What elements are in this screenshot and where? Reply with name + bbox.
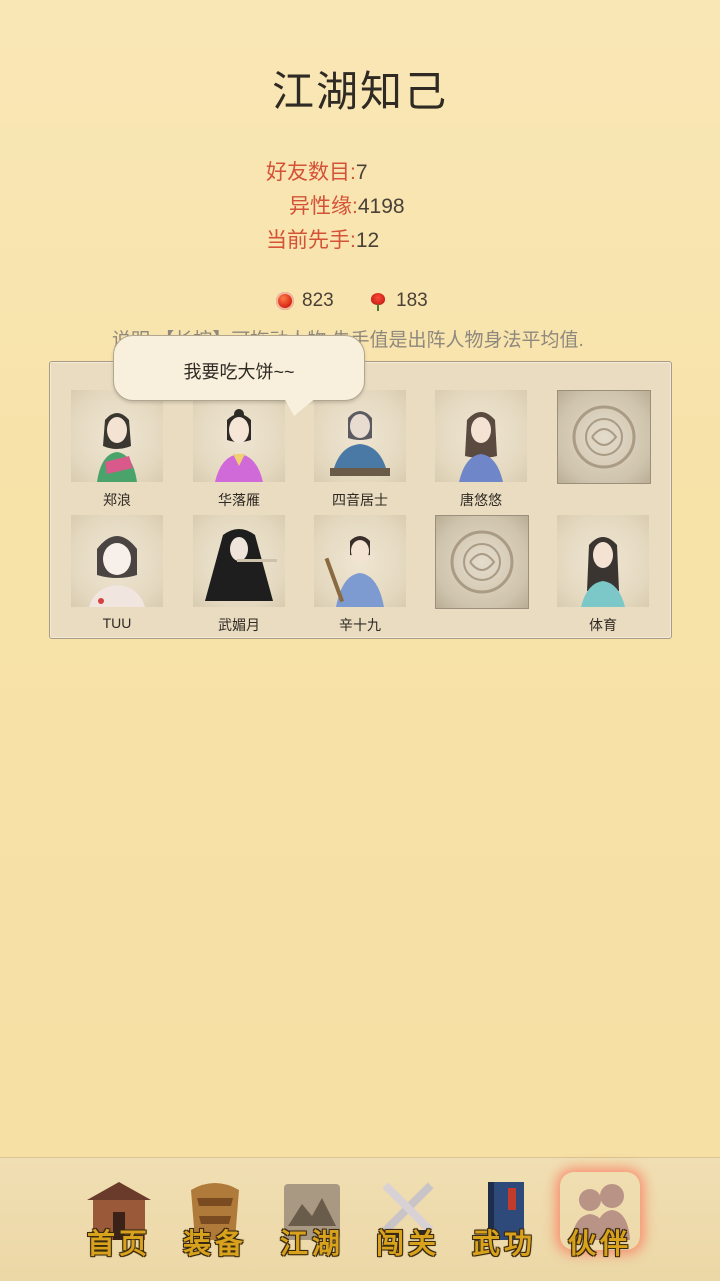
page-title: 江湖知己 [271,67,448,116]
partner-card[interactable]: TUU [69,515,165,635]
partner-name: 体育 [589,617,617,633]
partner-portrait [314,515,406,607]
partner-portrait [314,390,406,482]
speech-bubble-tail [284,398,316,416]
empty-slot[interactable] [555,390,651,510]
rose-icon [368,292,388,311]
nav-equipment[interactable]: 装备 [173,1176,257,1266]
stat-value: 4198 [357,195,405,218]
partner-card[interactable]: 唐悠悠 [433,390,529,510]
partner-grid: 郑浪 华落雁 四音居士 唐悠悠 TUU 武媚月 辛十九 体育 [49,361,672,639]
stat-value: 7 [355,161,368,184]
partner-portrait [193,515,285,607]
partner-name: 郑浪 [103,492,131,508]
speech-bubble: 我要吃大饼~~ [113,335,365,416]
partner-name: 华落雁 [218,492,260,508]
partner-card[interactable]: 武媚月 [191,515,287,635]
partner-name: TUU [102,615,132,631]
partner-portrait [557,515,649,607]
partner-portrait [435,390,527,482]
bottom-nav: 首页 装备 江湖 闯关 武功 伙伴 [0,1157,720,1281]
nav-label: 伙伴 [567,1227,632,1260]
partner-card[interactable]: 四音居士 [312,390,408,510]
stat-initiative: 当前先手:12 [266,224,379,254]
partner-card[interactable]: 辛十九 [312,515,408,635]
speech-bubble-text: 我要吃大饼~~ [183,362,295,382]
nav-label: 闯关 [375,1227,440,1260]
partner-name: 唐悠悠 [460,492,502,508]
partner-card[interactable]: 体育 [555,515,651,635]
nav-jianghu[interactable]: 江湖 [270,1176,354,1266]
nav-stages[interactable]: 闯关 [366,1176,450,1266]
currency-gem-value: 823 [302,290,334,311]
partner-portrait [71,515,163,607]
currency-bar: 823 183 [0,290,720,318]
stat-charm: 异性缘:4198 [289,190,405,220]
nav-martial-arts[interactable]: 武功 [462,1176,546,1266]
red-gem-icon [276,292,294,310]
currency-rose: 183 [368,290,428,312]
stat-value: 12 [355,229,380,252]
empty-slot[interactable] [433,515,529,635]
nav-home[interactable]: 首页 [77,1176,161,1266]
nav-label: 武功 [471,1227,536,1260]
nav-label: 装备 [182,1227,247,1260]
seal-emblem-icon [435,515,529,609]
partner-portrait [193,390,285,482]
partner-portrait [71,390,163,482]
partner-name: 辛十九 [339,617,381,633]
partner-card[interactable]: 郑浪 [69,390,165,510]
stat-label: 好友数目: [266,161,356,184]
stat-label: 异性缘: [289,195,358,218]
currency-rose-value: 183 [396,290,428,311]
nav-label: 江湖 [279,1227,344,1260]
currency-gem: 823 [276,290,334,312]
partner-name: 四音居士 [332,492,388,508]
nav-partners[interactable]: 伙伴 [558,1176,642,1266]
stat-label: 当前先手: [266,229,356,252]
nav-label: 首页 [86,1227,151,1260]
seal-emblem-icon [557,390,651,484]
partner-card[interactable]: 华落雁 [191,390,287,510]
partner-name: 武媚月 [218,617,260,633]
stat-friend-count: 好友数目:7 [266,156,368,186]
